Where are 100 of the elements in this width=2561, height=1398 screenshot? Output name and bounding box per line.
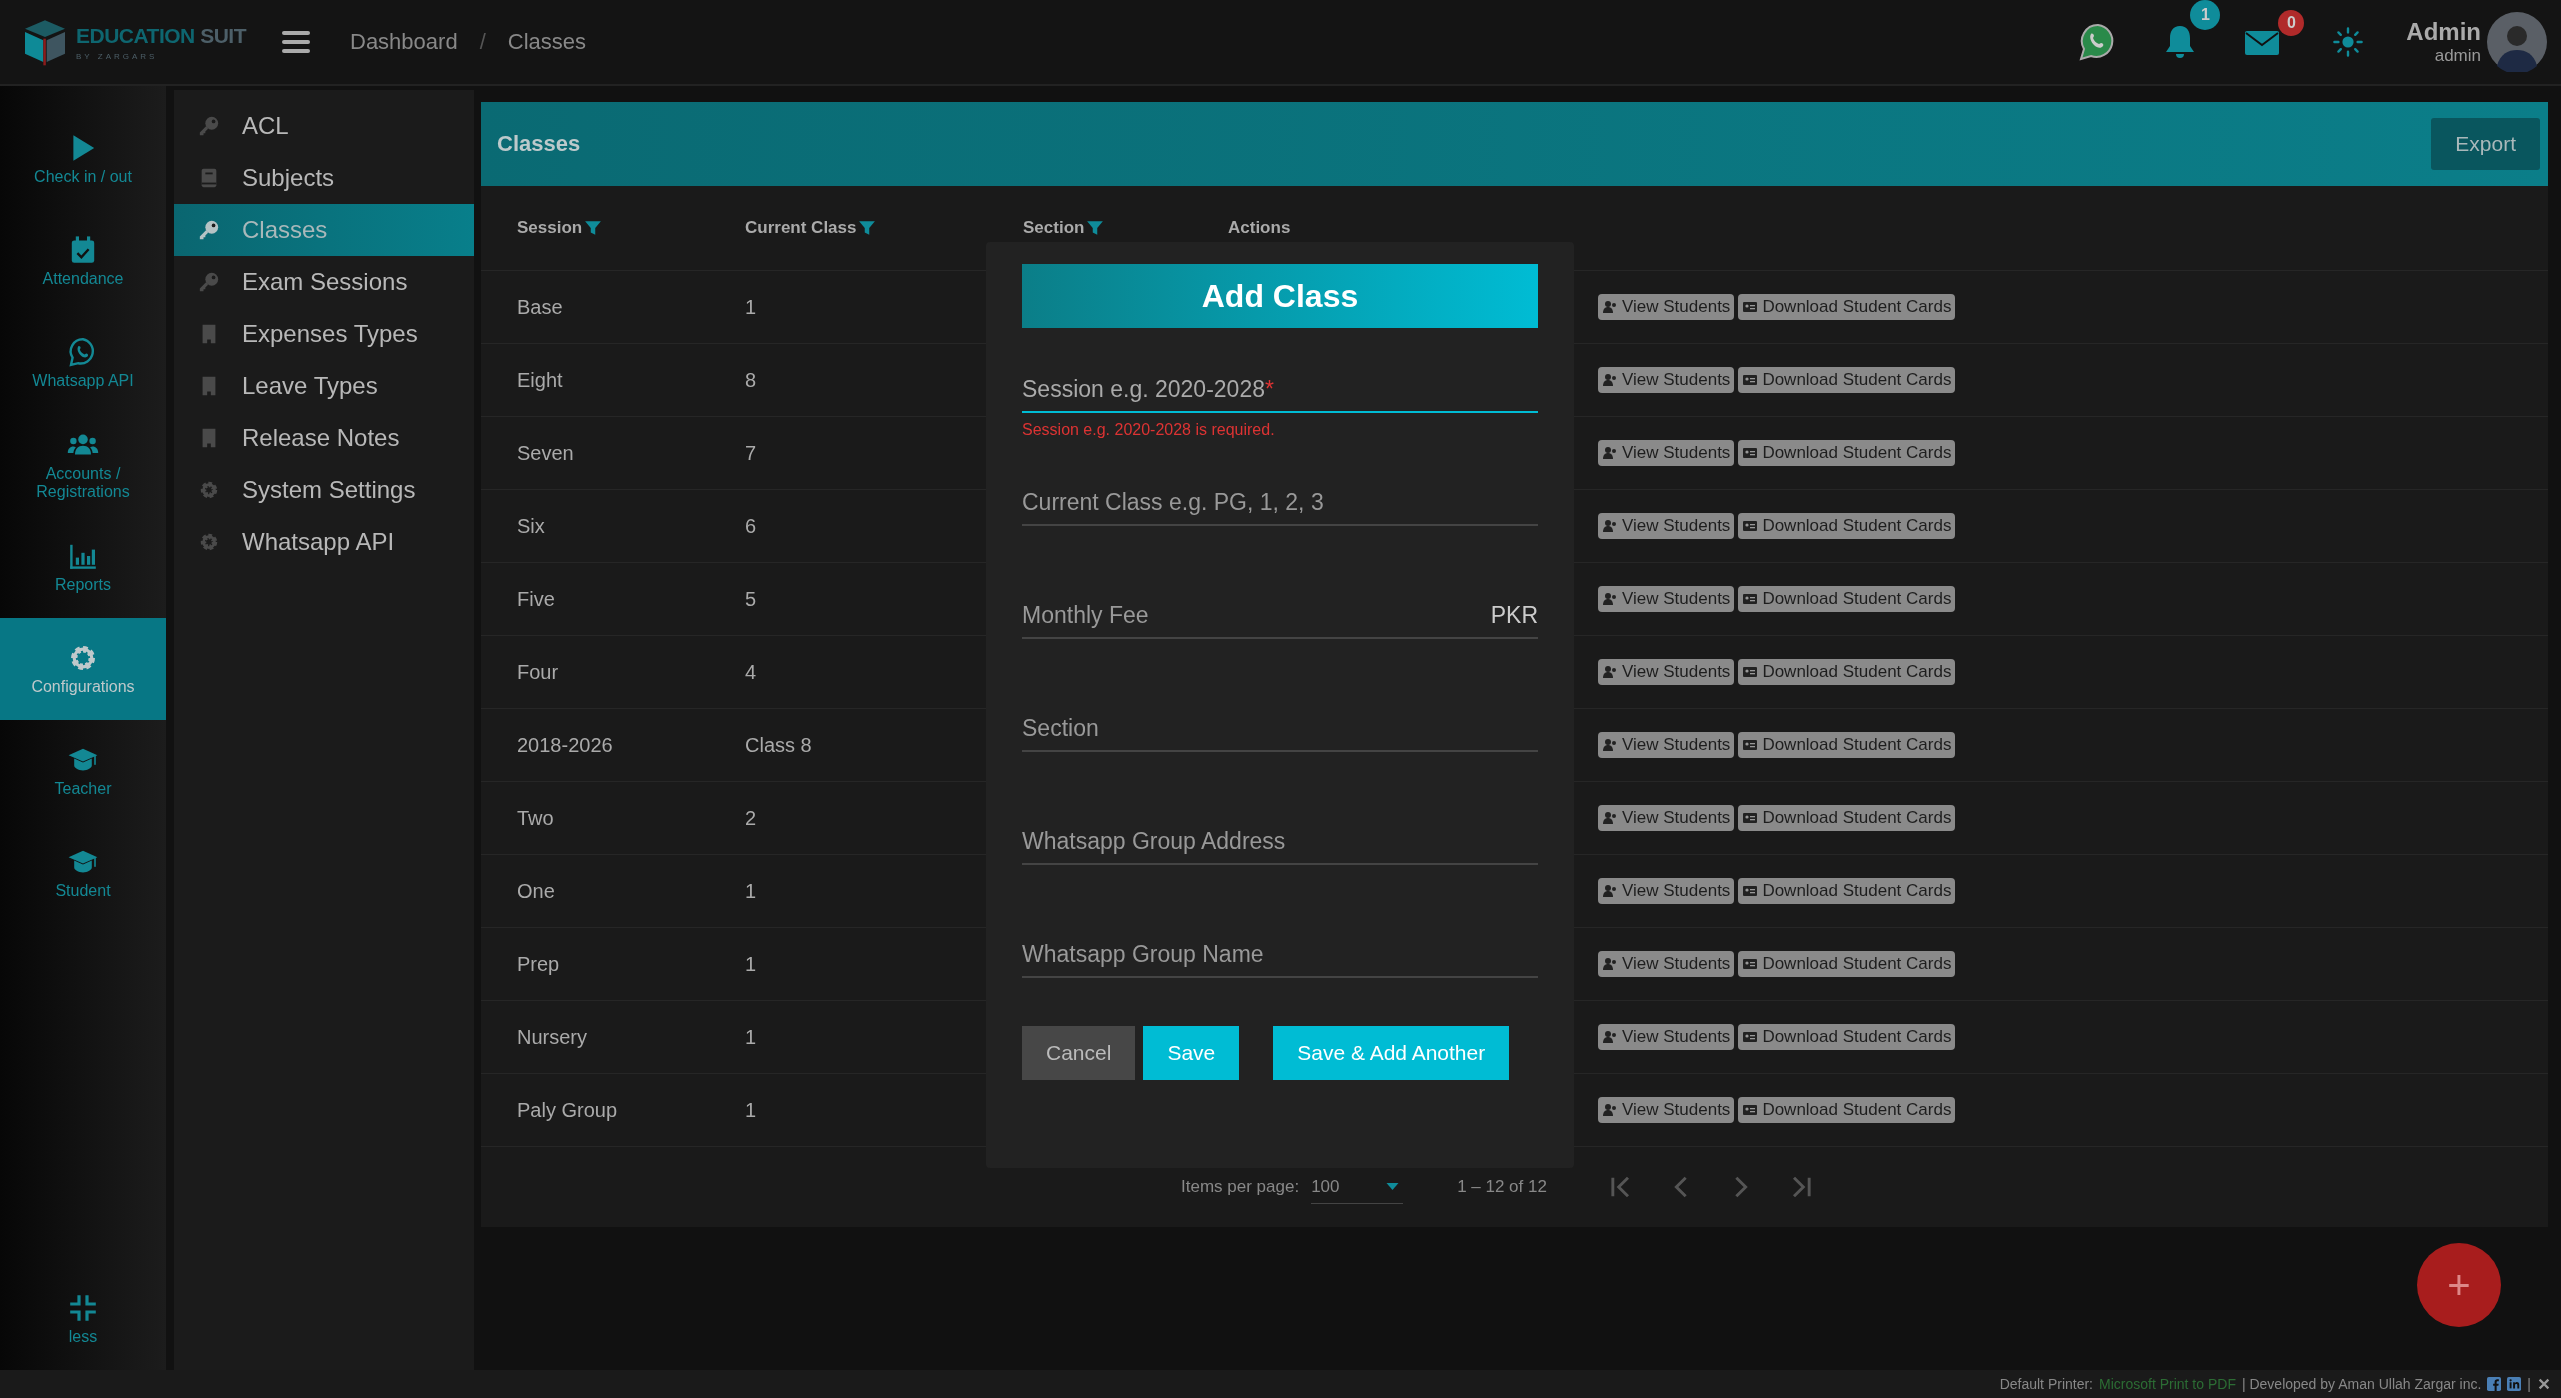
- view-students-button[interactable]: View Students: [1598, 440, 1735, 466]
- table-cell: 2018-2026: [517, 733, 613, 756]
- key-icon: [198, 219, 220, 241]
- table-cell: 7: [745, 441, 757, 464]
- download-cards-button[interactable]: Download Student Cards: [1738, 659, 1956, 685]
- submenu-item[interactable]: Leave Types: [174, 360, 474, 412]
- download-cards-button[interactable]: Download Student Cards: [1738, 878, 1956, 904]
- rail-nav-item[interactable]: Check in / out: [0, 108, 166, 210]
- currency-suffix: PKR: [1490, 602, 1538, 629]
- sun-icon[interactable]: [2332, 26, 2365, 58]
- error-message: Session e.g. 2020-2028 is required.: [1022, 421, 1276, 439]
- id-card-icon: [1742, 737, 1759, 753]
- breadcrumb-link[interactable]: Dashboard: [350, 29, 458, 55]
- download-cards-button[interactable]: Download Student Cards: [1738, 732, 1956, 758]
- users-icon: [1602, 518, 1618, 534]
- compress-icon: [67, 1292, 99, 1324]
- table-cell: 6: [745, 514, 757, 537]
- table-cell: 5: [745, 587, 757, 610]
- view-students-button[interactable]: View Students: [1598, 659, 1735, 685]
- input-field[interactable]: Monthly Fee: [1022, 602, 1149, 629]
- rail-nav-item[interactable]: Student: [0, 822, 166, 924]
- view-students-button[interactable]: View Students: [1598, 367, 1735, 393]
- export-button[interactable]: Export: [2431, 118, 2540, 170]
- printer-name: Microsoft Print to PDF: [2099, 1376, 2236, 1392]
- submenu-item[interactable]: Exam Sessions: [174, 256, 474, 308]
- submenu-item[interactable]: ACL: [174, 100, 474, 152]
- id-card-icon: [1742, 1102, 1759, 1118]
- download-cards-button[interactable]: Download Student Cards: [1738, 1024, 1956, 1050]
- table-cell: Five: [517, 587, 555, 610]
- gear-icon: [198, 479, 220, 501]
- menu-icon[interactable]: [282, 30, 310, 54]
- column-header[interactable]: Current Class: [745, 218, 857, 238]
- page-size-select[interactable]: 100: [1311, 1170, 1404, 1204]
- view-students-button[interactable]: View Students: [1598, 805, 1735, 831]
- id-card-icon: [1742, 591, 1759, 607]
- column-header[interactable]: Session: [517, 218, 583, 238]
- filter-icon[interactable]: [584, 219, 603, 237]
- table-cell: 1: [745, 952, 757, 975]
- input-field[interactable]: Current Class e.g. PG, 1, 2, 3: [1022, 489, 1324, 516]
- input-field[interactable]: Whatsapp Group Address: [1022, 828, 1286, 855]
- users-icon: [1602, 372, 1618, 388]
- key-icon: [198, 271, 220, 293]
- filter-icon[interactable]: [858, 219, 877, 237]
- avatar-icon[interactable]: [2487, 12, 2547, 72]
- submenu-item[interactable]: Subjects: [174, 152, 474, 204]
- view-students-button[interactable]: View Students: [1598, 732, 1735, 758]
- download-cards-button[interactable]: Download Student Cards: [1738, 951, 1956, 977]
- close-icon[interactable]: [2537, 1377, 2551, 1391]
- cancel-button[interactable]: Cancel: [1022, 1026, 1136, 1080]
- rail-nav-item[interactable]: Whatsapp API: [0, 312, 166, 414]
- message-count: 0: [2278, 10, 2305, 36]
- caret-icon: [1386, 1182, 1400, 1191]
- submenu-item[interactable]: Release Notes: [174, 412, 474, 464]
- input-field[interactable]: Whatsapp Group Name: [1022, 941, 1264, 968]
- collapse-button[interactable]: less: [0, 1268, 166, 1370]
- rail-nav-item[interactable]: Reports: [0, 516, 166, 618]
- view-students-button[interactable]: View Students: [1598, 586, 1735, 612]
- rail-nav-item[interactable]: Accounts / Registrations: [0, 414, 166, 516]
- input-field[interactable]: Section: [1022, 715, 1099, 742]
- linkedin-icon[interactable]: [2507, 1377, 2522, 1391]
- download-cards-button[interactable]: Download Student Cards: [1738, 586, 1956, 612]
- id-card-icon: [1742, 372, 1759, 388]
- users-icon: [1602, 664, 1618, 680]
- view-students-button[interactable]: View Students: [1598, 951, 1735, 977]
- view-students-button[interactable]: View Students: [1598, 1097, 1735, 1123]
- rail-nav-item[interactable]: Teacher: [0, 720, 166, 822]
- facebook-icon[interactable]: [2487, 1377, 2502, 1391]
- submenu-item[interactable]: Whatsapp API: [174, 516, 474, 568]
- filter-icon[interactable]: [1086, 219, 1105, 237]
- input-field[interactable]: Session e.g. 2020-2028: [1022, 376, 1265, 403]
- table-cell: Class 8: [745, 733, 812, 756]
- submenu-item[interactable]: System Settings: [174, 464, 474, 516]
- download-cards-button[interactable]: Download Student Cards: [1738, 513, 1956, 539]
- footer-separator: |: [2527, 1376, 2531, 1392]
- view-students-button[interactable]: View Students: [1598, 294, 1735, 320]
- column-header[interactable]: Section: [1023, 218, 1085, 238]
- users-icon: [1602, 1102, 1618, 1118]
- table-cell: 1: [745, 1025, 757, 1048]
- download-cards-button[interactable]: Download Student Cards: [1738, 367, 1956, 393]
- column-header[interactable]: Actions: [1228, 218, 1291, 238]
- rail-nav-item[interactable]: Attendance: [0, 210, 166, 312]
- table-cell: Six: [517, 514, 545, 537]
- items-per-page-label: Items per page:: [1181, 1177, 1300, 1197]
- rail-nav-item[interactable]: Configurations: [0, 618, 166, 720]
- download-cards-button[interactable]: Download Student Cards: [1738, 805, 1956, 831]
- users-icon: [1602, 737, 1618, 753]
- submenu-item[interactable]: Classes: [174, 204, 474, 256]
- view-students-button[interactable]: View Students: [1598, 1024, 1735, 1050]
- id-card-icon: [1742, 956, 1759, 972]
- gear-icon: [198, 531, 220, 553]
- table-cell: 4: [745, 660, 757, 683]
- download-cards-button[interactable]: Download Student Cards: [1738, 294, 1956, 320]
- view-students-button[interactable]: View Students: [1598, 878, 1735, 904]
- users-icon: [1602, 591, 1618, 607]
- users-icon: [1602, 1029, 1618, 1045]
- view-students-button[interactable]: View Students: [1598, 513, 1735, 539]
- breadcrumb-link[interactable]: Classes: [507, 29, 586, 55]
- download-cards-button[interactable]: Download Student Cards: [1738, 440, 1956, 466]
- download-cards-button[interactable]: Download Student Cards: [1738, 1097, 1956, 1123]
- submenu-item[interactable]: Expenses Types: [174, 308, 474, 360]
